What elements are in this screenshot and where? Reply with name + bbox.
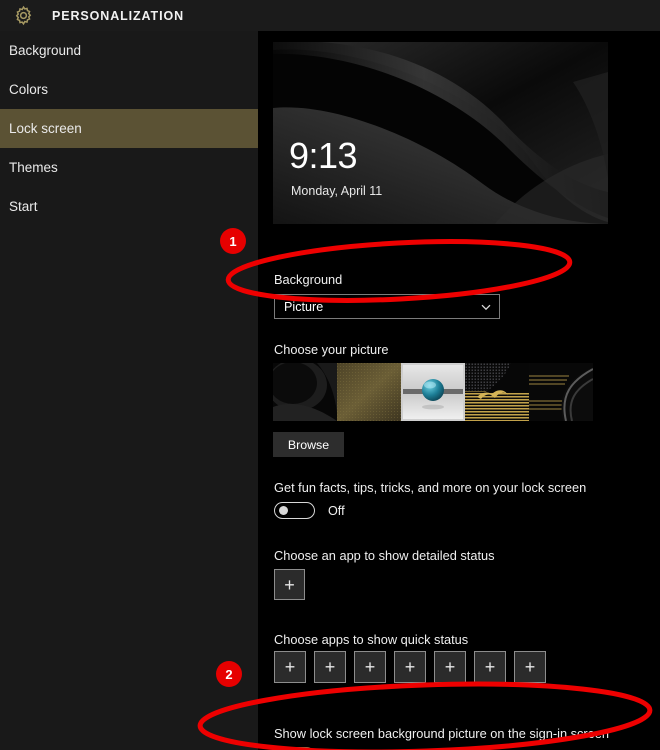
- detailed-status-label: Choose an app to show detailed status: [274, 548, 495, 563]
- sidebar-item-label: Lock screen: [9, 121, 82, 136]
- add-quick-status-app-button-1[interactable]: +: [274, 651, 306, 683]
- add-quick-status-app-button-5[interactable]: +: [434, 651, 466, 683]
- picture-thumbnail-list: [273, 363, 593, 421]
- sidebar-item-label: Background: [9, 43, 82, 58]
- plus-icon: +: [324, 657, 336, 677]
- fun-facts-label: Get fun facts, tips, tricks, and more on…: [274, 480, 587, 495]
- settings-sidebar: Background Colors Lock screen Themes Sta…: [0, 31, 258, 750]
- gear-icon: [8, 1, 38, 31]
- sidebar-item-start[interactable]: Start: [0, 187, 258, 226]
- plus-icon: +: [364, 657, 376, 677]
- add-quick-status-app-button-7[interactable]: +: [514, 651, 546, 683]
- thumb-olive-texture[interactable]: [337, 363, 401, 421]
- add-quick-status-app-button-4[interactable]: +: [394, 651, 426, 683]
- background-dropdown[interactable]: Picture: [274, 294, 500, 319]
- preview-time: 9:13: [289, 135, 358, 176]
- toggle-knob: [279, 506, 288, 515]
- add-quick-status-app-button-3[interactable]: +: [354, 651, 386, 683]
- add-quick-status-app-button-6[interactable]: +: [474, 651, 506, 683]
- sidebar-item-label: Themes: [9, 160, 58, 175]
- sidebar-item-colors[interactable]: Colors: [0, 70, 258, 109]
- sidebar-item-background[interactable]: Background: [0, 31, 258, 70]
- lock-screen-preview: 9:13 Monday, April 11: [273, 42, 608, 224]
- thumb-black-abstract[interactable]: [273, 363, 337, 421]
- annotation-badge-1: 1: [220, 228, 246, 254]
- page-title: PERSONALIZATION: [52, 8, 185, 23]
- quick-status-slot-list: + + + + + + +: [274, 651, 546, 683]
- add-detailed-status-app-button[interactable]: +: [274, 569, 305, 600]
- plus-icon: +: [284, 574, 295, 595]
- background-label: Background: [274, 272, 343, 287]
- background-dropdown-value: Picture: [284, 299, 324, 314]
- fun-facts-toggle-row: Off: [274, 502, 345, 519]
- settings-content-pane: 9:13 Monday, April 11 Background Picture…: [258, 31, 660, 750]
- browse-button[interactable]: Browse: [273, 432, 344, 457]
- plus-icon: +: [284, 657, 296, 677]
- signin-picture-label: Show lock screen background picture on t…: [274, 726, 610, 741]
- add-quick-status-app-button-2[interactable]: +: [314, 651, 346, 683]
- sidebar-item-label: Colors: [9, 82, 49, 97]
- annotation-badge-2: 2: [216, 661, 242, 687]
- fun-facts-toggle[interactable]: [274, 502, 315, 519]
- sidebar-item-label: Start: [9, 199, 38, 214]
- personalization-settings-window: PERSONALIZATION Background Colors Lock s…: [0, 0, 660, 750]
- chevron-down-icon: [480, 301, 492, 313]
- fun-facts-toggle-state: Off: [328, 503, 345, 518]
- thumb-gold-stripes[interactable]: [465, 363, 529, 421]
- quick-status-label: Choose apps to show quick status: [274, 632, 469, 647]
- plus-icon: +: [404, 657, 416, 677]
- preview-date: Monday, April 11: [291, 184, 383, 198]
- sidebar-item-lock-screen[interactable]: Lock screen: [0, 109, 258, 148]
- plus-icon: +: [484, 657, 496, 677]
- choose-picture-label: Choose your picture: [274, 342, 389, 357]
- plus-icon: +: [444, 657, 456, 677]
- window-header: PERSONALIZATION: [0, 0, 660, 31]
- sidebar-item-themes[interactable]: Themes: [0, 148, 258, 187]
- thumb-gold-lines[interactable]: [529, 363, 593, 421]
- plus-icon: +: [524, 657, 536, 677]
- thumb-silver-sphere[interactable]: [401, 363, 465, 421]
